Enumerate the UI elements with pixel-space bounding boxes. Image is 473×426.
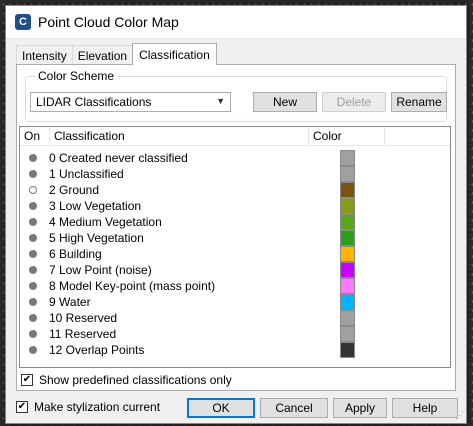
on-toggle-icon[interactable] xyxy=(29,170,37,178)
ok-button[interactable]: OK xyxy=(187,398,255,418)
on-toggle-icon[interactable] xyxy=(29,346,37,354)
table-row[interactable]: 9 Water xyxy=(20,294,450,310)
on-toggle-icon[interactable] xyxy=(29,266,37,274)
tab-elevation[interactable]: Elevation xyxy=(71,45,134,65)
apply-button[interactable]: Apply xyxy=(333,398,387,418)
classification-label: 0 Created never classified xyxy=(49,151,188,165)
make-current-row[interactable]: ✔ Make stylization current xyxy=(16,400,160,414)
table-row[interactable]: 5 High Vegetation xyxy=(20,230,450,246)
on-toggle-icon[interactable] xyxy=(29,282,37,290)
classification-label: 5 High Vegetation xyxy=(49,231,144,245)
make-current-checkbox[interactable]: ✔ xyxy=(16,401,28,413)
header-on[interactable]: On xyxy=(20,127,50,145)
table-row[interactable]: 8 Model Key-point (mass point) xyxy=(20,278,450,294)
table-row[interactable]: 12 Overlap Points xyxy=(20,342,450,358)
color-scheme-label: Color Scheme xyxy=(36,69,117,83)
table-row[interactable]: 2 Ground xyxy=(20,182,450,198)
resize-grip-icon[interactable]: ⋰ xyxy=(455,410,464,421)
color-scheme-value: LIDAR Classifications xyxy=(36,95,152,109)
table-row[interactable]: 7 Low Point (noise) xyxy=(20,262,450,278)
table-row[interactable]: 11 Reserved xyxy=(20,326,450,342)
window-title: Point Cloud Color Map xyxy=(38,14,179,30)
classification-label: 12 Overlap Points xyxy=(49,343,145,357)
header-filler xyxy=(385,127,450,145)
color-swatch[interactable] xyxy=(340,214,355,230)
table-row[interactable]: 10 Reserved xyxy=(20,310,450,326)
on-toggle-icon[interactable] xyxy=(29,202,37,210)
rename-button[interactable]: Rename xyxy=(391,92,447,112)
table-row[interactable]: 6 Building xyxy=(20,246,450,262)
delete-button[interactable]: Delete xyxy=(322,92,386,112)
table-row[interactable]: 0 Created never classified xyxy=(20,150,450,166)
on-toggle-icon[interactable] xyxy=(29,234,37,242)
chevron-down-icon: ▼ xyxy=(216,96,225,106)
title-bar[interactable]: C Point Cloud Color Map xyxy=(6,6,466,39)
classification-label: 10 Reserved xyxy=(49,311,118,325)
table-row[interactable]: 3 Low Vegetation xyxy=(20,198,450,214)
table-row[interactable]: 1 Unclassified xyxy=(20,166,450,182)
on-toggle-icon[interactable] xyxy=(29,314,37,322)
show-predefined-label: Show predefined classifications only xyxy=(39,373,232,387)
on-toggle-icon[interactable] xyxy=(29,330,37,338)
on-toggle-icon[interactable] xyxy=(29,250,37,258)
header-color[interactable]: Color xyxy=(309,127,385,145)
classification-label: 9 Water xyxy=(49,295,91,309)
point-cloud-color-map-dialog: C Point Cloud Color Map Intensity Elevat… xyxy=(5,5,467,424)
color-swatch[interactable] xyxy=(340,342,355,358)
color-scheme-group: Color Scheme LIDAR Classifications ▼ New… xyxy=(25,69,447,122)
show-predefined-row[interactable]: ✔ Show predefined classifications only xyxy=(21,373,232,387)
app-c-icon: C xyxy=(15,14,31,30)
color-swatch[interactable] xyxy=(340,150,355,166)
classification-label: 2 Ground xyxy=(49,183,100,197)
classification-rows: 0 Created never classified 1 Unclassified… xyxy=(20,146,450,358)
color-swatch[interactable] xyxy=(340,198,355,214)
classification-panel: Color Scheme LIDAR Classifications ▼ New… xyxy=(16,64,456,391)
classification-label: 3 Low Vegetation xyxy=(49,199,142,213)
on-toggle-icon[interactable] xyxy=(29,186,37,194)
cancel-button[interactable]: Cancel xyxy=(260,398,328,418)
color-swatch[interactable] xyxy=(340,310,355,326)
on-toggle-icon[interactable] xyxy=(29,298,37,306)
classification-label: 11 Reserved xyxy=(49,327,117,341)
show-predefined-checkbox[interactable]: ✔ xyxy=(21,374,33,386)
help-button[interactable]: Help xyxy=(392,398,458,418)
classification-label: 8 Model Key-point (mass point) xyxy=(49,279,216,293)
make-current-label: Make stylization current xyxy=(34,400,161,414)
color-swatch[interactable] xyxy=(340,230,355,246)
color-swatch[interactable] xyxy=(340,166,355,182)
classification-label: 1 Unclassified xyxy=(49,167,124,181)
color-swatch[interactable] xyxy=(340,294,355,310)
classification-list[interactable]: On Classification Color 0 Created never … xyxy=(19,126,451,368)
header-classification[interactable]: Classification xyxy=(50,127,309,145)
color-swatch[interactable] xyxy=(340,278,355,294)
classification-label: 6 Building xyxy=(49,247,102,261)
color-swatch[interactable] xyxy=(340,262,355,278)
classification-label: 7 Low Point (noise) xyxy=(49,263,152,277)
list-header: On Classification Color xyxy=(20,127,450,146)
table-row[interactable]: 4 Medium Vegetation xyxy=(20,214,450,230)
color-scheme-select[interactable]: LIDAR Classifications ▼ xyxy=(30,92,231,112)
tab-classification[interactable]: Classification xyxy=(132,43,217,65)
new-button[interactable]: New xyxy=(253,92,317,112)
on-toggle-icon[interactable] xyxy=(29,154,37,162)
tab-intensity[interactable]: Intensity xyxy=(16,45,73,65)
on-toggle-icon[interactable] xyxy=(29,218,37,226)
classification-label: 4 Medium Vegetation xyxy=(49,215,162,229)
color-swatch[interactable] xyxy=(340,246,355,262)
tab-strip: Intensity Elevation Classification xyxy=(16,43,217,65)
color-swatch[interactable] xyxy=(340,182,355,198)
color-swatch[interactable] xyxy=(340,326,355,342)
